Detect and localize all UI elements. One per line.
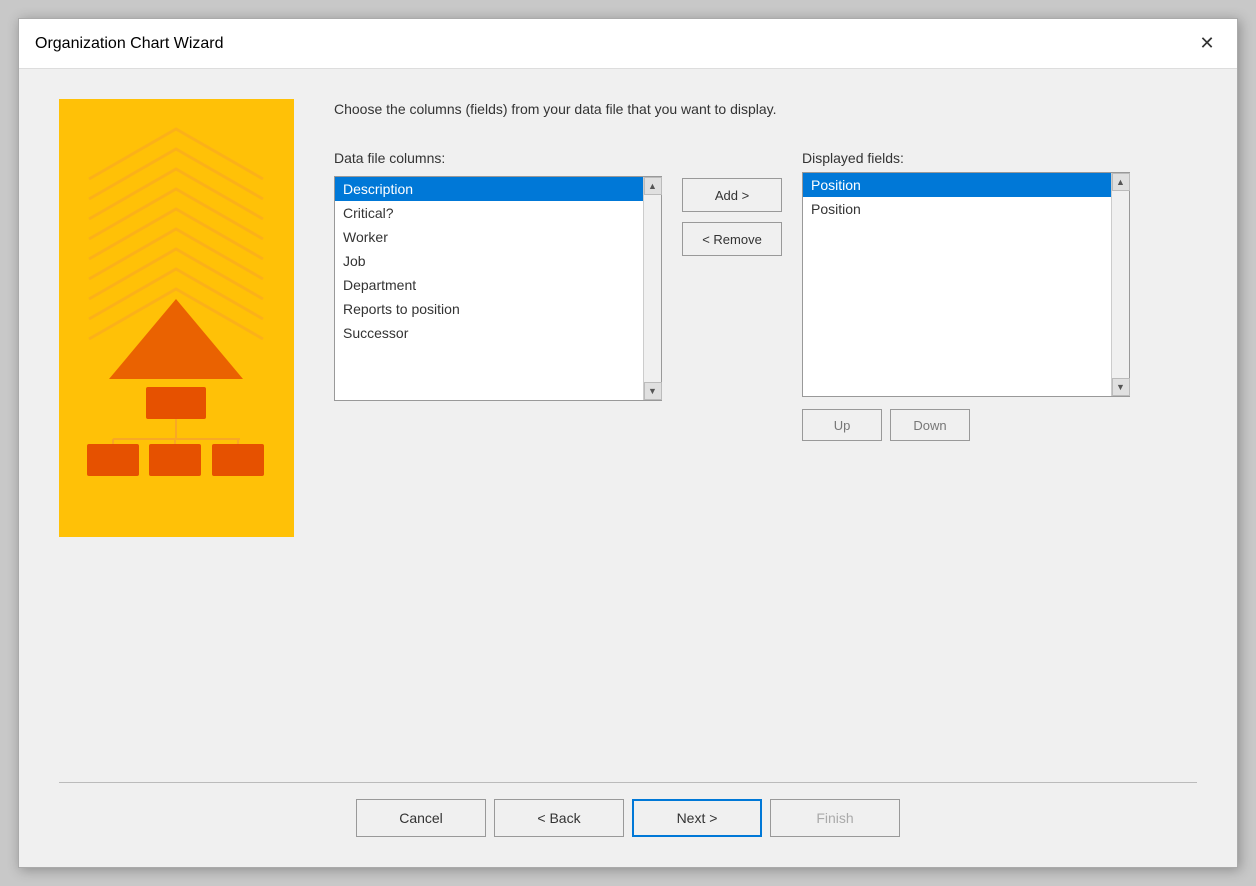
footer: Cancel < Back Next > Finish — [59, 799, 1197, 847]
remove-button[interactable]: < Remove — [682, 222, 782, 256]
list-item[interactable]: Position — [803, 197, 1111, 221]
dialog-window: Organization Chart Wizard ✕ — [18, 18, 1238, 868]
displayed-fields-listbox: Position Position ▲ ▼ — [802, 172, 1130, 397]
up-button[interactable]: Up — [802, 409, 882, 441]
data-columns-section: Data file columns: Description Critical?… — [334, 150, 662, 401]
dialog-body: Choose the columns (fields) from your da… — [19, 69, 1237, 867]
displayed-fields-scrollbar: ▲ ▼ — [1111, 173, 1129, 396]
displayed-fields-label: Displayed fields: — [802, 150, 1130, 166]
scroll-down-arrow[interactable]: ▼ — [644, 382, 662, 400]
list-item[interactable]: Description — [335, 177, 643, 201]
list-item[interactable]: Critical? — [335, 201, 643, 225]
scroll-track — [1112, 191, 1129, 378]
back-button[interactable]: < Back — [494, 799, 624, 837]
columns-section: Data file columns: Description Critical?… — [334, 150, 1197, 762]
footer-separator — [59, 782, 1197, 783]
list-item[interactable]: Department — [335, 273, 643, 297]
add-button[interactable]: Add > — [682, 178, 782, 212]
scroll-down-arrow[interactable]: ▼ — [1112, 378, 1130, 396]
displayed-fields-list-inner: Position Position — [803, 173, 1111, 396]
list-item[interactable]: Reports to position — [335, 297, 643, 321]
dialog-title: Organization Chart Wizard — [35, 35, 224, 53]
finish-button[interactable]: Finish — [770, 799, 900, 837]
data-columns-scrollbar: ▲ ▼ — [643, 177, 661, 400]
cancel-button[interactable]: Cancel — [356, 799, 486, 837]
data-columns-label: Data file columns: — [334, 150, 662, 166]
data-columns-listbox: Description Critical? Worker Job Departm… — [334, 176, 662, 401]
scroll-up-arrow[interactable]: ▲ — [1112, 173, 1130, 191]
list-item[interactable]: Position — [803, 173, 1111, 197]
content-area: Choose the columns (fields) from your da… — [59, 99, 1197, 762]
down-button[interactable]: Down — [890, 409, 970, 441]
next-button[interactable]: Next > — [632, 799, 762, 837]
list-item[interactable]: Successor — [335, 321, 643, 345]
scroll-track — [644, 195, 661, 382]
data-columns-list-inner: Description Critical? Worker Job Departm… — [335, 177, 643, 400]
instruction-text: Choose the columns (fields) from your da… — [334, 99, 1197, 120]
scroll-up-arrow[interactable]: ▲ — [644, 177, 662, 195]
up-down-buttons: Up Down — [802, 409, 1130, 441]
list-item[interactable]: Worker — [335, 225, 643, 249]
title-bar: Organization Chart Wizard ✕ — [19, 19, 1237, 69]
list-item[interactable]: Job — [335, 249, 643, 273]
displayed-fields-section: Displayed fields: Position Position ▲ ▼ — [802, 150, 1130, 441]
right-panel: Choose the columns (fields) from your da… — [334, 99, 1197, 762]
close-button[interactable]: ✕ — [1193, 30, 1221, 58]
wizard-illustration — [59, 99, 294, 537]
middle-buttons: Add > < Remove — [662, 178, 802, 256]
